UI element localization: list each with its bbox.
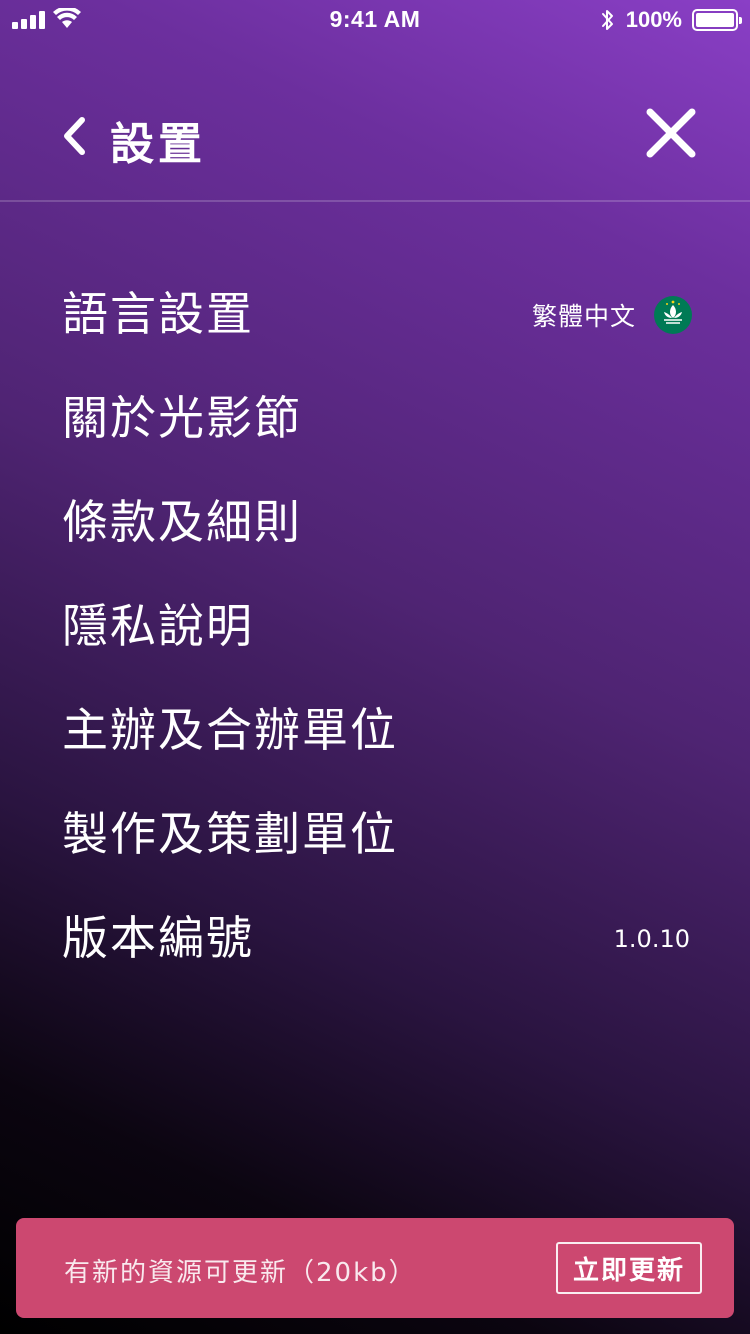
version-number: 1.0.10 [613,925,690,953]
menu-item-about[interactable]: 關於光影節 [0,364,750,468]
menu-item-version: 版本編號 1.0.10 [0,884,750,988]
menu-item-privacy[interactable]: 隱私說明 [0,572,750,676]
battery-icon [692,9,742,31]
status-bar: 9:41 AM 100% [0,0,750,40]
update-message: 有新的資源可更新（20kb） [64,1258,417,1288]
menu-item-terms[interactable]: 條款及細則 [0,468,750,572]
menu-item-label: 隱私說明 [62,599,254,653]
chevron-left-icon [64,117,85,155]
close-button[interactable] [644,106,698,160]
language-current: 繁體中文 [531,302,636,331]
header-divider [0,200,750,202]
settings-screen: 9:41 AM 100% 設置 語言設置 繁體中文 關於光影節 條款及細則 隱私… [0,0,750,1334]
menu-item-label: 主辦及合辦單位 [62,703,398,757]
menu-item-label: 語言設置 [62,287,254,341]
menu-item-organizers[interactable]: 主辦及合辦單位 [0,676,750,780]
update-now-button[interactable]: 立即更新 [556,1242,702,1294]
menu-item-label: 製作及策劃單位 [62,807,398,861]
language-value: 繁體中文 [532,296,692,334]
back-button[interactable] [56,114,92,158]
menu-item-language[interactable]: 語言設置 繁體中文 [0,260,750,364]
macau-flag-icon [654,296,692,334]
menu-item-label: 關於光影節 [62,391,302,445]
page-title: 設置 [110,119,206,170]
menu-item-label: 條款及細則 [62,495,302,549]
status-right: 100% [600,7,742,33]
menu-item-label: 版本編號 [62,911,254,965]
settings-menu: 語言設置 繁體中文 關於光影節 條款及細則 隱私說明 主辦及合辦單位 製作及策劃… [0,260,750,988]
menu-item-producers[interactable]: 製作及策劃單位 [0,780,750,884]
bluetooth-icon [601,10,613,30]
header: 設置 [0,96,750,176]
battery-percent: 100% [625,7,682,32]
close-icon [646,108,696,158]
battery-fill [696,13,734,27]
update-banner: 有新的資源可更新（20kb） 立即更新 [16,1218,734,1318]
